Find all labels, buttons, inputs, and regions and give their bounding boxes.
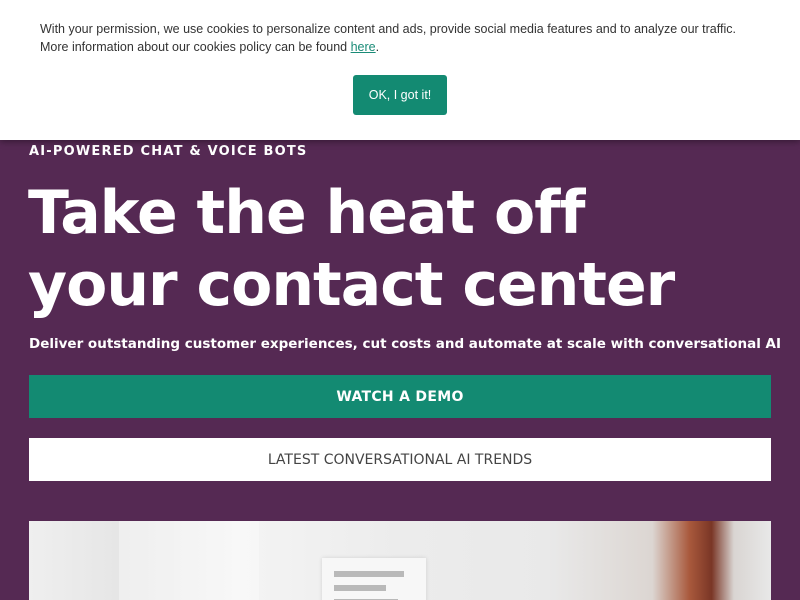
cookie-banner: With your permission, we use cookies to … bbox=[0, 0, 800, 140]
hero-headline: Take the heat off your contact center bbox=[28, 177, 675, 321]
image-shade bbox=[119, 521, 259, 600]
headline-line-2: your contact center bbox=[28, 250, 675, 320]
document-line bbox=[334, 571, 404, 577]
document-illustration bbox=[322, 558, 426, 600]
hero-subhead: Deliver outstanding customer experiences… bbox=[29, 336, 782, 352]
cookie-message: With your permission, we use cookies to … bbox=[40, 20, 760, 56]
accept-cookies-button[interactable]: OK, I got it! bbox=[353, 75, 447, 115]
hero-image bbox=[29, 521, 771, 600]
watch-demo-button[interactable]: WATCH A DEMO bbox=[29, 375, 771, 418]
ai-trends-button[interactable]: LATEST CONVERSATIONAL AI TRENDS bbox=[29, 438, 771, 481]
cookie-message-end: . bbox=[375, 40, 380, 54]
document-line bbox=[334, 585, 386, 591]
cookie-message-text: With your permission, we use cookies to … bbox=[40, 22, 736, 54]
cookie-policy-link[interactable]: here bbox=[351, 40, 376, 54]
headline-line-1: Take the heat off bbox=[28, 178, 585, 248]
hero-eyebrow: AI-POWERED CHAT & VOICE BOTS bbox=[29, 144, 308, 159]
